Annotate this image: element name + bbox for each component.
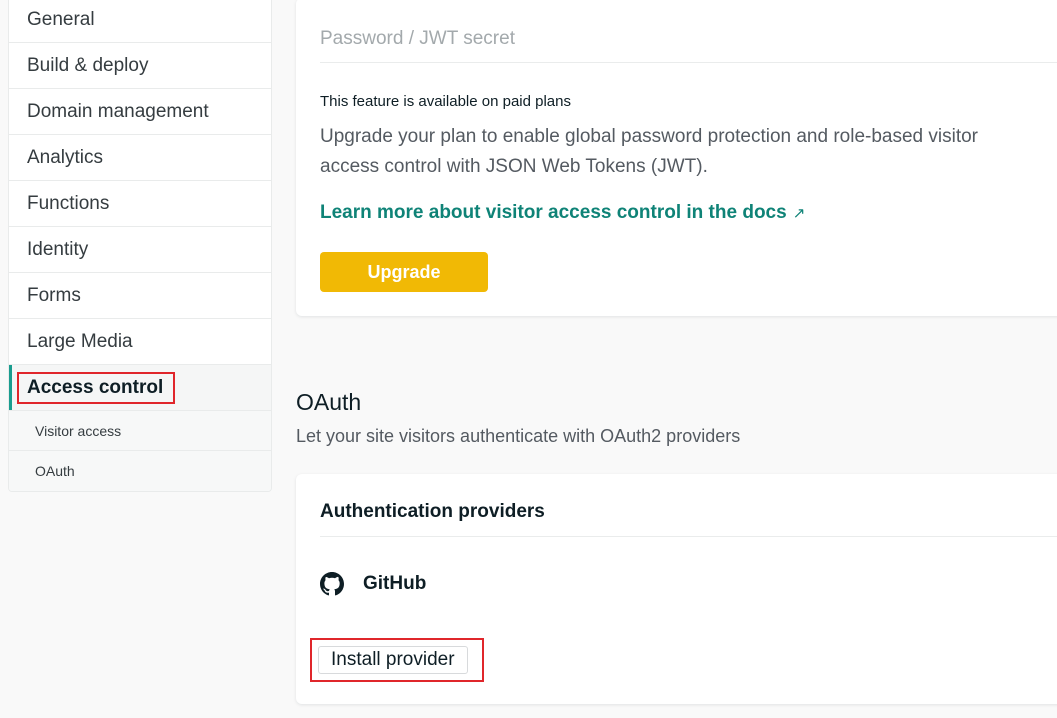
card-title: Password / JWT secret — [320, 28, 515, 49]
feature-note: This feature is available on paid plans — [320, 93, 571, 110]
sidebar-item-forms[interactable]: Forms — [9, 273, 271, 319]
external-link-icon: ↗ — [792, 205, 806, 222]
sidebar-item-access-control[interactable]: Access control — [9, 365, 271, 411]
docs-link-label: Learn more about visitor access control … — [320, 202, 787, 223]
feature-description: Upgrade your plan to enable global passw… — [320, 126, 979, 177]
highlight-box: Install provider — [310, 638, 484, 682]
sidebar-item-domain-management[interactable]: Domain management — [9, 89, 271, 135]
sidebar: General Build & deploy Domain management… — [8, 0, 272, 492]
sidebar-item-large-media[interactable]: Large Media — [9, 319, 271, 365]
sidebar-item-label: General — [27, 8, 95, 30]
sidebar-item-build-deploy[interactable]: Build & deploy — [9, 43, 271, 89]
sidebar-subitem-visitor-access[interactable]: Visitor access — [9, 411, 271, 451]
sidebar-item-label: Identity — [27, 238, 89, 260]
sidebar-item-functions[interactable]: Functions — [9, 181, 271, 227]
sidebar-item-label: Access control — [27, 376, 164, 398]
sidebar-subitem-label: Visitor access — [35, 422, 122, 439]
install-provider-button[interactable]: Install provider — [318, 646, 468, 674]
sidebar-item-analytics[interactable]: Analytics — [9, 135, 271, 181]
sidebar-item-identity[interactable]: Identity — [9, 227, 271, 273]
sidebar-subitem-oauth[interactable]: OAuth — [9, 451, 271, 491]
divider — [320, 536, 1057, 537]
sidebar-item-label: Build & deploy — [27, 54, 149, 76]
highlight-box: Access control — [17, 371, 176, 404]
docs-link[interactable]: Learn more about visitor access control … — [320, 202, 805, 224]
sidebar-item-general[interactable]: General — [9, 0, 271, 43]
upgrade-button[interactable]: Upgrade — [320, 252, 488, 292]
sidebar-item-label: Forms — [27, 284, 81, 306]
page: General Build & deploy Domain management… — [0, 0, 1057, 718]
auth-providers-card: Authentication providers GitHub Install … — [296, 474, 1057, 704]
github-icon — [320, 572, 344, 596]
divider — [320, 62, 1057, 63]
provider-name: GitHub — [363, 573, 427, 594]
sidebar-subitem-label: OAuth — [35, 463, 75, 479]
sidebar-item-label: Functions — [27, 192, 110, 214]
section-description: Let your site visitors authenticate with… — [296, 426, 741, 446]
provider-row: GitHub — [320, 572, 426, 596]
section-title-oauth: OAuth — [296, 389, 362, 415]
sidebar-item-label: Analytics — [27, 146, 104, 168]
card-title: Authentication providers — [320, 501, 545, 522]
password-jwt-card: Password / JWT secret This feature is av… — [296, 0, 1057, 316]
sidebar-item-label: Domain management — [27, 100, 209, 122]
sidebar-item-label: Large Media — [27, 330, 133, 352]
